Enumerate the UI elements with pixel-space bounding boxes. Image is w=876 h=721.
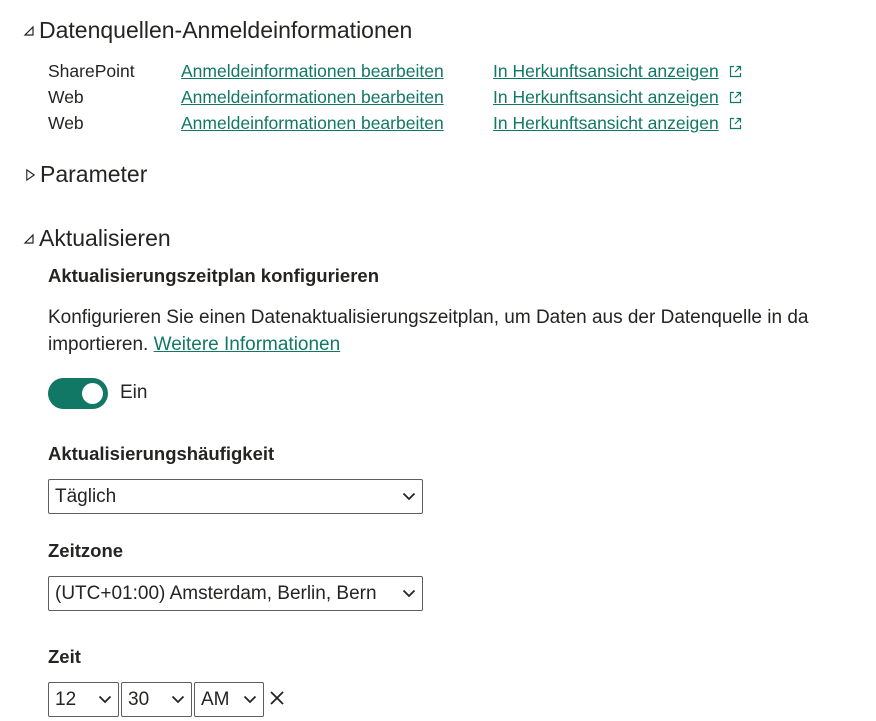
datasource-row: Web Anmeldeinformationen bearbeiten In H… [48, 110, 742, 136]
view-lineage-link-text[interactable]: In Herkunftsansicht anzeigen [493, 61, 719, 82]
section-refresh-title: Aktualisieren [39, 225, 171, 251]
more-info-link[interactable]: Weitere Informationen [154, 334, 341, 355]
view-lineage-link-text[interactable]: In Herkunftsansicht anzeigen [493, 87, 719, 108]
chevron-down-icon [171, 695, 185, 704]
view-lineage-link[interactable]: In Herkunftsansicht anzeigen [493, 113, 742, 134]
section-credentials-header[interactable]: Datenquellen-Anmeldeinformationen [22, 17, 412, 44]
chevron-down-icon [243, 695, 257, 704]
description-line-1: Konfigurieren Sie einen Datenaktualisier… [48, 307, 809, 328]
datasource-row: SharePoint Anmeldeinformationen bearbeit… [48, 58, 742, 84]
time-label: Zeit [48, 646, 81, 667]
timezone-value: (UTC+01:00) Amsterdam, Berlin, Bern [55, 582, 377, 604]
toggle-knob [82, 383, 103, 404]
timezone-label: Zeitzone [48, 540, 124, 561]
timezone-select[interactable]: (UTC+01:00) Amsterdam, Berlin, Bern [48, 576, 423, 611]
datasource-credentials-list: SharePoint Anmeldeinformationen bearbeit… [48, 58, 742, 136]
datasource-name: SharePoint [48, 60, 135, 81]
chevron-down-icon [402, 492, 416, 501]
datasource-name: Web [48, 112, 84, 133]
description-line-2: importieren. Weitere Informationen [48, 331, 876, 358]
expand-triangle-icon [26, 168, 36, 181]
edit-credentials-link[interactable]: Anmeldeinformationen bearbeiten [181, 61, 444, 81]
time-minute-select[interactable]: 30 [121, 682, 192, 717]
time-ampm-select[interactable]: AM [194, 682, 264, 717]
chevron-down-icon [98, 695, 112, 704]
section-refresh-header[interactable]: Aktualisieren [22, 225, 171, 252]
section-parameters-title: Parameter [40, 161, 148, 187]
edit-credentials-link[interactable]: Anmeldeinformationen bearbeiten [181, 87, 444, 107]
collapse-triangle-icon [23, 25, 34, 36]
time-hour-value: 12 [55, 688, 77, 710]
view-lineage-link[interactable]: In Herkunftsansicht anzeigen [493, 61, 742, 82]
description-line-2-text: importieren. [48, 334, 149, 355]
schedule-description: Konfigurieren Sie einen Datenaktualisier… [48, 304, 876, 358]
frequency-label: Aktualisierungshäufigkeit [48, 443, 275, 464]
external-link-icon [729, 117, 741, 129]
frequency-select[interactable]: Täglich [48, 479, 423, 514]
chevron-down-icon [402, 589, 416, 598]
remove-time-close-icon[interactable] [269, 689, 285, 707]
external-link-icon [729, 91, 741, 103]
time-ampm-value: AM [201, 688, 230, 710]
view-lineage-link-text[interactable]: In Herkunftsansicht anzeigen [493, 113, 719, 134]
datasource-name: Web [48, 86, 84, 107]
refresh-schedule-toggle[interactable] [48, 378, 108, 409]
external-link-icon [729, 65, 741, 77]
frequency-value: Täglich [55, 485, 117, 507]
section-credentials-title: Datenquellen-Anmeldeinformationen [39, 17, 413, 43]
collapse-triangle-icon [23, 233, 34, 244]
edit-credentials-link[interactable]: Anmeldeinformationen bearbeiten [181, 113, 444, 133]
time-hour-select[interactable]: 12 [48, 682, 119, 717]
datasource-row: Web Anmeldeinformationen bearbeiten In H… [48, 84, 742, 110]
view-lineage-link[interactable]: In Herkunftsansicht anzeigen [493, 87, 742, 108]
time-minute-value: 30 [128, 688, 150, 710]
section-parameters-header[interactable]: Parameter [24, 161, 147, 188]
toggle-label: Ein [120, 382, 148, 403]
schedule-heading: Aktualisierungszeitplan konfigurieren [48, 265, 380, 286]
